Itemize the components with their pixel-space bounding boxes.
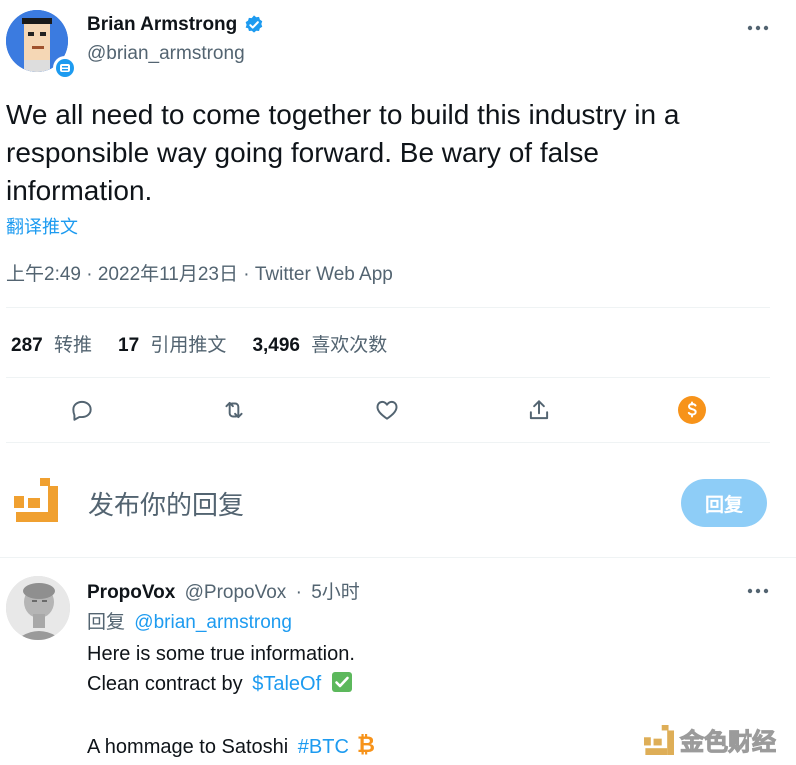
likes-label: 喜欢次数	[311, 335, 388, 356]
reply-text: Here is some true information. Clean con…	[87, 639, 376, 765]
watermark-logo-icon	[644, 724, 674, 755]
quotes-count: 17	[118, 335, 140, 356]
reply-text-line: Here is some true information.	[87, 643, 355, 665]
tweet-text-line: information.	[6, 175, 153, 206]
divider	[6, 442, 770, 443]
svg-text:₿: ₿	[357, 733, 375, 756]
author-handle[interactable]: @brian_armstrong	[87, 43, 245, 65]
reply-author-handle[interactable]: @PropoVox	[185, 582, 287, 603]
watermark-text: 金色财经	[680, 729, 777, 757]
nft-badge-icon	[53, 56, 77, 80]
reply-button[interactable]: 回复	[681, 479, 767, 527]
reply-header: PropoVox @PropoVox · 5小时	[87, 577, 360, 604]
retweets-label: 转推	[53, 335, 92, 356]
likes-count: 3,496	[252, 335, 300, 356]
reply-author-name[interactable]: PropoVox	[87, 582, 175, 603]
reply-separator: ·	[295, 582, 302, 603]
replying-prefix: 回复	[87, 612, 126, 633]
replying-to: 回复 @brian_armstrong	[87, 607, 292, 634]
statue-avatar-image	[6, 576, 70, 640]
author-name-row[interactable]: Brian Armstrong	[87, 14, 265, 36]
bitcoin-icon: ₿	[356, 732, 376, 765]
tweet-meta[interactable]: 上午2:49 · 2022年11月23日 · Twitter Web App	[6, 259, 393, 286]
divider	[6, 307, 770, 308]
reply-icon[interactable]	[65, 393, 99, 427]
reply-author-avatar[interactable]	[6, 576, 70, 640]
composer-logo-icon	[14, 478, 58, 522]
retweet-icon[interactable]	[217, 393, 251, 427]
verified-badge-icon	[243, 14, 265, 36]
reply-time[interactable]: 5小时	[311, 582, 360, 603]
divider	[6, 377, 770, 378]
reply-text-line: Clean contract by $TaleOf	[87, 669, 376, 702]
check-mark-icon	[331, 671, 353, 702]
tip-icon[interactable]	[675, 393, 709, 427]
reply-text-line: A hommage to Satoshi #BTC ₿	[87, 732, 376, 765]
retweets-count: 287	[11, 335, 43, 356]
quotes-stat[interactable]: 17 引用推文	[118, 330, 226, 357]
replying-to-link[interactable]: @brian_armstrong	[134, 612, 292, 633]
more-options-icon[interactable]	[745, 15, 771, 41]
quotes-label: 引用推文	[150, 335, 227, 356]
cashtag-link[interactable]: $TaleOf	[252, 673, 321, 695]
hashtag-link[interactable]: #BTC	[298, 736, 349, 758]
reply-line3-prefix: A hommage to Satoshi	[87, 736, 289, 758]
divider	[0, 557, 796, 558]
author-name[interactable]: Brian Armstrong	[87, 14, 237, 36]
tweet-text: We all need to come together to build th…	[6, 96, 786, 210]
tweet-text-line: responsible way going forward. Be wary o…	[6, 137, 599, 168]
reply-more-options-icon[interactable]	[745, 578, 771, 604]
translate-tweet-link[interactable]: 翻译推文	[6, 213, 78, 239]
reply-composer-input[interactable]: 发布你的回复	[88, 485, 244, 522]
reply-line2-prefix: Clean contract by	[87, 673, 243, 695]
stats-row: 287 转推 17 引用推文 3,496 喜欢次数	[11, 330, 387, 357]
like-icon[interactable]	[370, 393, 404, 427]
share-icon[interactable]	[522, 393, 556, 427]
watermark: 金色财经	[644, 722, 777, 757]
likes-stat[interactable]: 3,496 喜欢次数	[252, 330, 387, 357]
tweet-text-line: We all need to come together to build th…	[6, 99, 680, 130]
retweets-stat[interactable]: 287 转推	[11, 330, 92, 357]
